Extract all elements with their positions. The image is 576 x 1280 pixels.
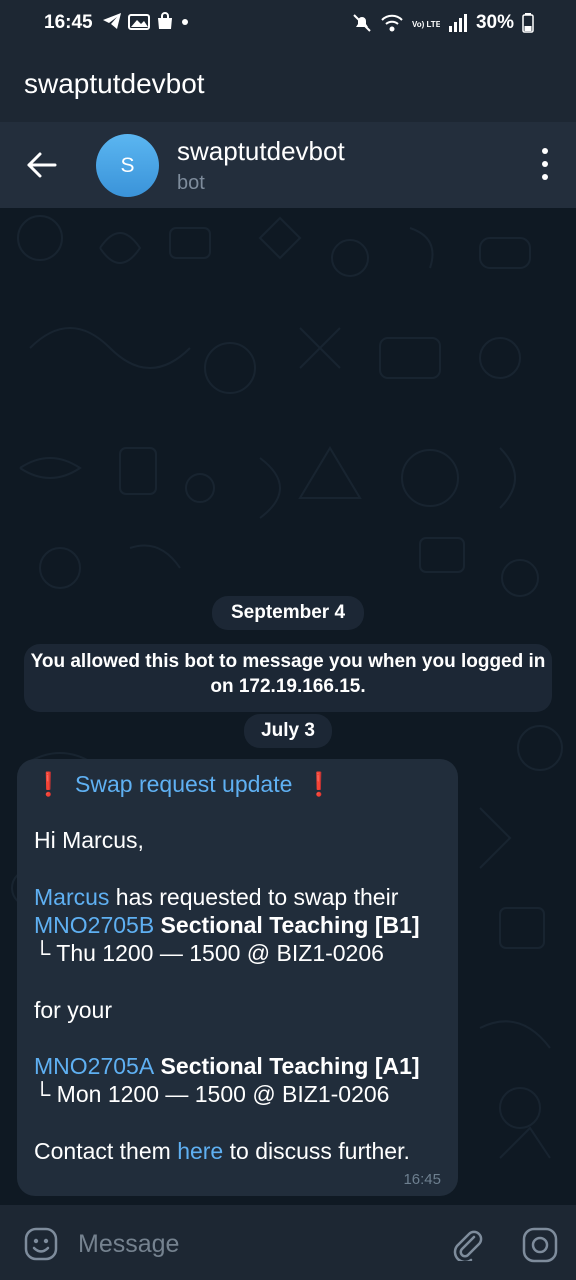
their-class-name: Sectional Teaching [B1]	[154, 912, 420, 938]
photos-icon	[128, 14, 150, 30]
avatar[interactable]: S	[96, 134, 159, 197]
their-class-line: MNO2705B Sectional Teaching [B1]	[34, 912, 420, 939]
request-text: has requested to swap their	[109, 884, 399, 910]
their-module-code[interactable]: MNO2705B	[34, 912, 154, 938]
back-arrow-icon[interactable]	[26, 150, 58, 180]
contact-line: Contact them here to discuss further.	[34, 1138, 410, 1165]
message-title-line: ❗ Swap request update ❗	[34, 771, 333, 798]
attach-icon[interactable]	[450, 1227, 484, 1261]
chat-title[interactable]: swaptutdevbot	[177, 136, 345, 167]
battery-percent: 30%	[475, 12, 514, 33]
status-right-icons: Vo) LTE1 30%	[352, 12, 534, 34]
status-time: 16:45	[44, 12, 93, 33]
exclamation-icon: ❗	[34, 771, 63, 797]
request-line: Marcus has requested to swap their	[34, 884, 398, 911]
svg-text:Vo) LTE1: Vo) LTE1	[412, 20, 440, 29]
contact-link[interactable]: here	[177, 1138, 223, 1164]
more-options-icon[interactable]	[538, 148, 552, 180]
message-bubble[interactable]: ❗ Swap request update ❗ Hi Marcus, Marcu…	[17, 759, 458, 1196]
signal-icon	[448, 14, 467, 32]
date-separator: September 4	[212, 596, 364, 630]
greeting: Hi Marcus,	[34, 827, 144, 853]
emoji-icon[interactable]	[24, 1227, 58, 1261]
for-your-text: for your	[34, 997, 112, 1023]
chat-area[interactable]: September 4 You allowed this bot to mess…	[0, 208, 576, 1205]
telegram-icon	[103, 13, 121, 29]
your-module-code[interactable]: MNO2705A	[34, 1053, 154, 1079]
your-class-line: MNO2705A Sectional Teaching [A1]	[34, 1053, 420, 1080]
battery-icon	[522, 13, 534, 33]
their-slot: └ Thu 1200 — 1500 @ BIZ1-0206	[34, 940, 384, 966]
shopping-bag-icon	[158, 12, 172, 29]
service-message: You allowed this bot to message you when…	[24, 644, 552, 712]
avatar-letter: S	[120, 153, 135, 177]
mute-icon	[353, 14, 371, 32]
requester-mention[interactable]: Marcus	[34, 884, 109, 910]
your-slot: └ Mon 1200 — 1500 @ BIZ1-0206	[34, 1081, 390, 1107]
volte-icon: Vo) LTE1	[412, 20, 440, 29]
your-class-name: Sectional Teaching [A1]	[154, 1053, 420, 1079]
contact-suffix: to discuss further.	[229, 1138, 410, 1164]
contact-prefix: Contact them	[34, 1138, 178, 1164]
message-time: 16:45	[403, 1171, 441, 1188]
camera-icon[interactable]	[522, 1227, 558, 1263]
chat-header[interactable]: S swaptutdevbot bot	[0, 122, 576, 209]
date-separator: July 3	[244, 714, 332, 748]
message-input-bar	[0, 1205, 576, 1280]
wifi-icon	[381, 14, 403, 32]
dot-icon	[182, 19, 188, 25]
exclamation-icon: ❗	[304, 771, 334, 797]
app-title: swaptutdevbot	[24, 68, 205, 99]
app-bar: swaptutdevbot	[0, 46, 576, 122]
status-left-icons	[102, 12, 190, 30]
message-input[interactable]	[76, 1223, 420, 1265]
message-title: Swap request update	[75, 771, 293, 797]
chat-subtitle: bot	[177, 172, 205, 194]
status-bar: 16:45 Vo) LTE1 30%	[0, 0, 576, 46]
